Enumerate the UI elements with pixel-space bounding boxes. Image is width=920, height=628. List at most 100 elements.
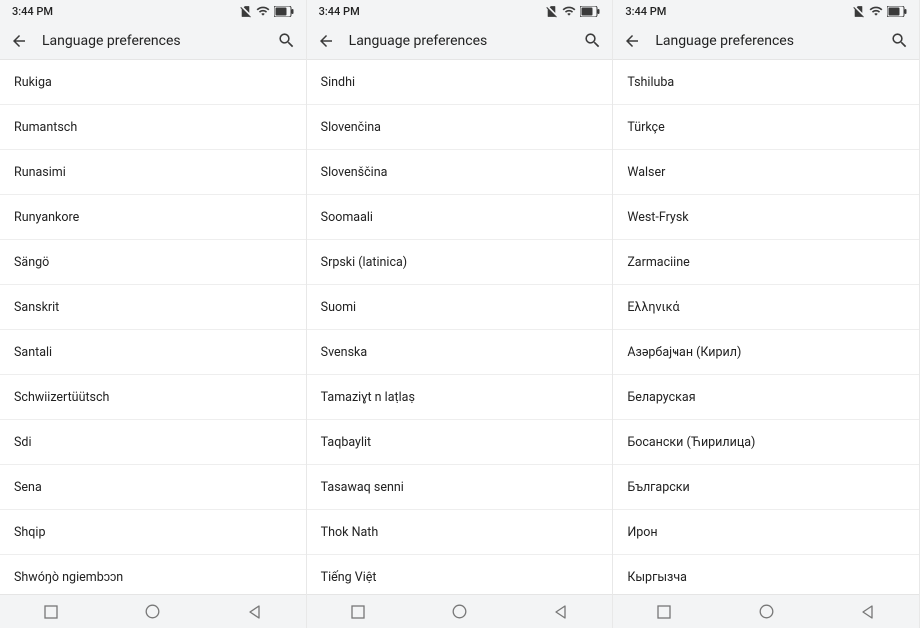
language-label: Shwóŋò ngiembɔɔn xyxy=(14,570,123,585)
language-item[interactable]: Srpski (latinica) xyxy=(307,240,613,285)
language-label: Runyankore xyxy=(14,210,79,225)
language-item[interactable]: Taqbaylit xyxy=(307,420,613,465)
search-button[interactable] xyxy=(583,31,602,50)
nav-bar xyxy=(613,594,919,628)
language-label: Ελληνικά xyxy=(627,300,679,315)
language-item[interactable]: Tasawaq senni xyxy=(307,465,613,510)
nav-recent-button[interactable] xyxy=(328,605,388,619)
app-header: Language preferences xyxy=(613,22,919,60)
language-item[interactable]: Santali xyxy=(0,330,306,375)
nav-recent-button[interactable] xyxy=(634,605,694,619)
language-label: Беларуская xyxy=(627,390,695,405)
language-item[interactable]: Walser xyxy=(613,150,919,195)
language-item[interactable]: Беларуская xyxy=(613,375,919,420)
language-label: Zarmaciine xyxy=(627,255,689,270)
language-item[interactable]: Thok Nath xyxy=(307,510,613,555)
nav-back-button[interactable] xyxy=(838,605,898,619)
language-item[interactable]: Zarmaciine xyxy=(613,240,919,285)
language-label: West-Frysk xyxy=(627,210,688,225)
language-item[interactable]: Rumantsch xyxy=(0,105,306,150)
screen-2: 3:44 PM Language preferences Tshiluba Türkç… xyxy=(613,0,920,628)
language-label: Български xyxy=(627,480,689,495)
language-label: Santali xyxy=(14,345,52,360)
status-time: 3:44 PM xyxy=(12,5,53,18)
language-item[interactable]: Türkçe xyxy=(613,105,919,150)
status-bar: 3:44 PM xyxy=(0,0,306,22)
nav-back-button[interactable] xyxy=(225,605,285,619)
page-title: Language preferences xyxy=(349,33,570,49)
language-item[interactable]: Suomi xyxy=(307,285,613,330)
language-item[interactable]: Sdi xyxy=(0,420,306,465)
language-item[interactable]: Slovenščina xyxy=(307,150,613,195)
language-label: Srpski (latinica) xyxy=(321,255,408,270)
search-button[interactable] xyxy=(277,31,296,50)
language-item[interactable]: Кыргызча xyxy=(613,555,919,594)
language-label: Runasimi xyxy=(14,165,66,180)
language-item[interactable]: Sindhi xyxy=(307,60,613,105)
language-item[interactable]: Български xyxy=(613,465,919,510)
language-list[interactable]: Rukiga Rumantsch Runasimi Runyankore Sängö Sa… xyxy=(0,60,306,594)
language-label: Soomaali xyxy=(321,210,373,225)
wifi-icon xyxy=(256,4,270,18)
language-item[interactable]: Shwóŋò ngiembɔɔn xyxy=(0,555,306,594)
language-item[interactable]: Slovenčina xyxy=(307,105,613,150)
language-item[interactable]: Soomaali xyxy=(307,195,613,240)
wifi-icon xyxy=(562,4,576,18)
nav-recent-button[interactable] xyxy=(21,605,81,619)
language-label: Tshiluba xyxy=(627,75,674,90)
language-label: Türkçe xyxy=(627,120,664,135)
status-time: 3:44 PM xyxy=(625,5,666,18)
language-item[interactable]: Азәрбајҹан (Кирил) xyxy=(613,330,919,375)
nav-home-button[interactable] xyxy=(123,604,183,619)
status-icons xyxy=(852,4,907,18)
language-label: Кыргызча xyxy=(627,570,687,585)
language-item[interactable]: Tiếng Việt xyxy=(307,555,613,594)
screen-0: 3:44 PM Language preferences Rukiga Rumants… xyxy=(0,0,307,628)
back-button[interactable] xyxy=(317,32,335,50)
language-item[interactable]: Ирон xyxy=(613,510,919,555)
page-title: Language preferences xyxy=(655,33,876,49)
language-item[interactable]: Ελληνικά xyxy=(613,285,919,330)
language-item[interactable]: Schwiizertüütsch xyxy=(0,375,306,420)
nav-back-button[interactable] xyxy=(531,605,591,619)
status-icons xyxy=(545,4,600,18)
language-item[interactable]: Tamaziɣt n laṭlaṣ xyxy=(307,375,613,420)
no-sim-icon xyxy=(239,5,252,18)
language-label: Sanskrit xyxy=(14,300,59,315)
language-item[interactable]: Shqip xyxy=(0,510,306,555)
back-button[interactable] xyxy=(623,32,641,50)
language-item[interactable]: Tshiluba xyxy=(613,60,919,105)
language-label: Suomi xyxy=(321,300,356,315)
nav-home-button[interactable] xyxy=(429,604,489,619)
language-label: Tamaziɣt n laṭlaṣ xyxy=(321,390,415,405)
back-button[interactable] xyxy=(10,32,28,50)
language-item[interactable]: Босански (Ћирилица) xyxy=(613,420,919,465)
search-button[interactable] xyxy=(890,31,909,50)
language-item[interactable]: Runasimi xyxy=(0,150,306,195)
status-bar: 3:44 PM xyxy=(307,0,613,22)
language-label: Sindhi xyxy=(321,75,355,90)
language-item[interactable]: Svenska xyxy=(307,330,613,375)
language-label: Rumantsch xyxy=(14,120,77,135)
nav-bar xyxy=(307,594,613,628)
app-header: Language preferences xyxy=(307,22,613,60)
nav-bar xyxy=(0,594,306,628)
language-label: Sdi xyxy=(14,435,32,450)
page-title: Language preferences xyxy=(42,33,263,49)
language-item[interactable]: Runyankore xyxy=(0,195,306,240)
language-item[interactable]: Sanskrit xyxy=(0,285,306,330)
battery-icon xyxy=(580,6,600,17)
language-item[interactable]: Sena xyxy=(0,465,306,510)
language-label: Schwiizertüütsch xyxy=(14,390,109,405)
language-label: Thok Nath xyxy=(321,525,379,540)
language-label: Shqip xyxy=(14,525,45,540)
language-list[interactable]: Sindhi SlovenčinaSlovenščina Soomaali Srpsk… xyxy=(307,60,613,594)
status-bar: 3:44 PM xyxy=(613,0,919,22)
language-item[interactable]: Sängö xyxy=(0,240,306,285)
nav-home-button[interactable] xyxy=(736,604,796,619)
no-sim-icon xyxy=(852,5,865,18)
language-item[interactable]: West-Frysk xyxy=(613,195,919,240)
status-icons xyxy=(239,4,294,18)
language-list[interactable]: Tshiluba Türkçe Walser West-Frysk Zarmaciine… xyxy=(613,60,919,594)
language-item[interactable]: Rukiga xyxy=(0,60,306,105)
